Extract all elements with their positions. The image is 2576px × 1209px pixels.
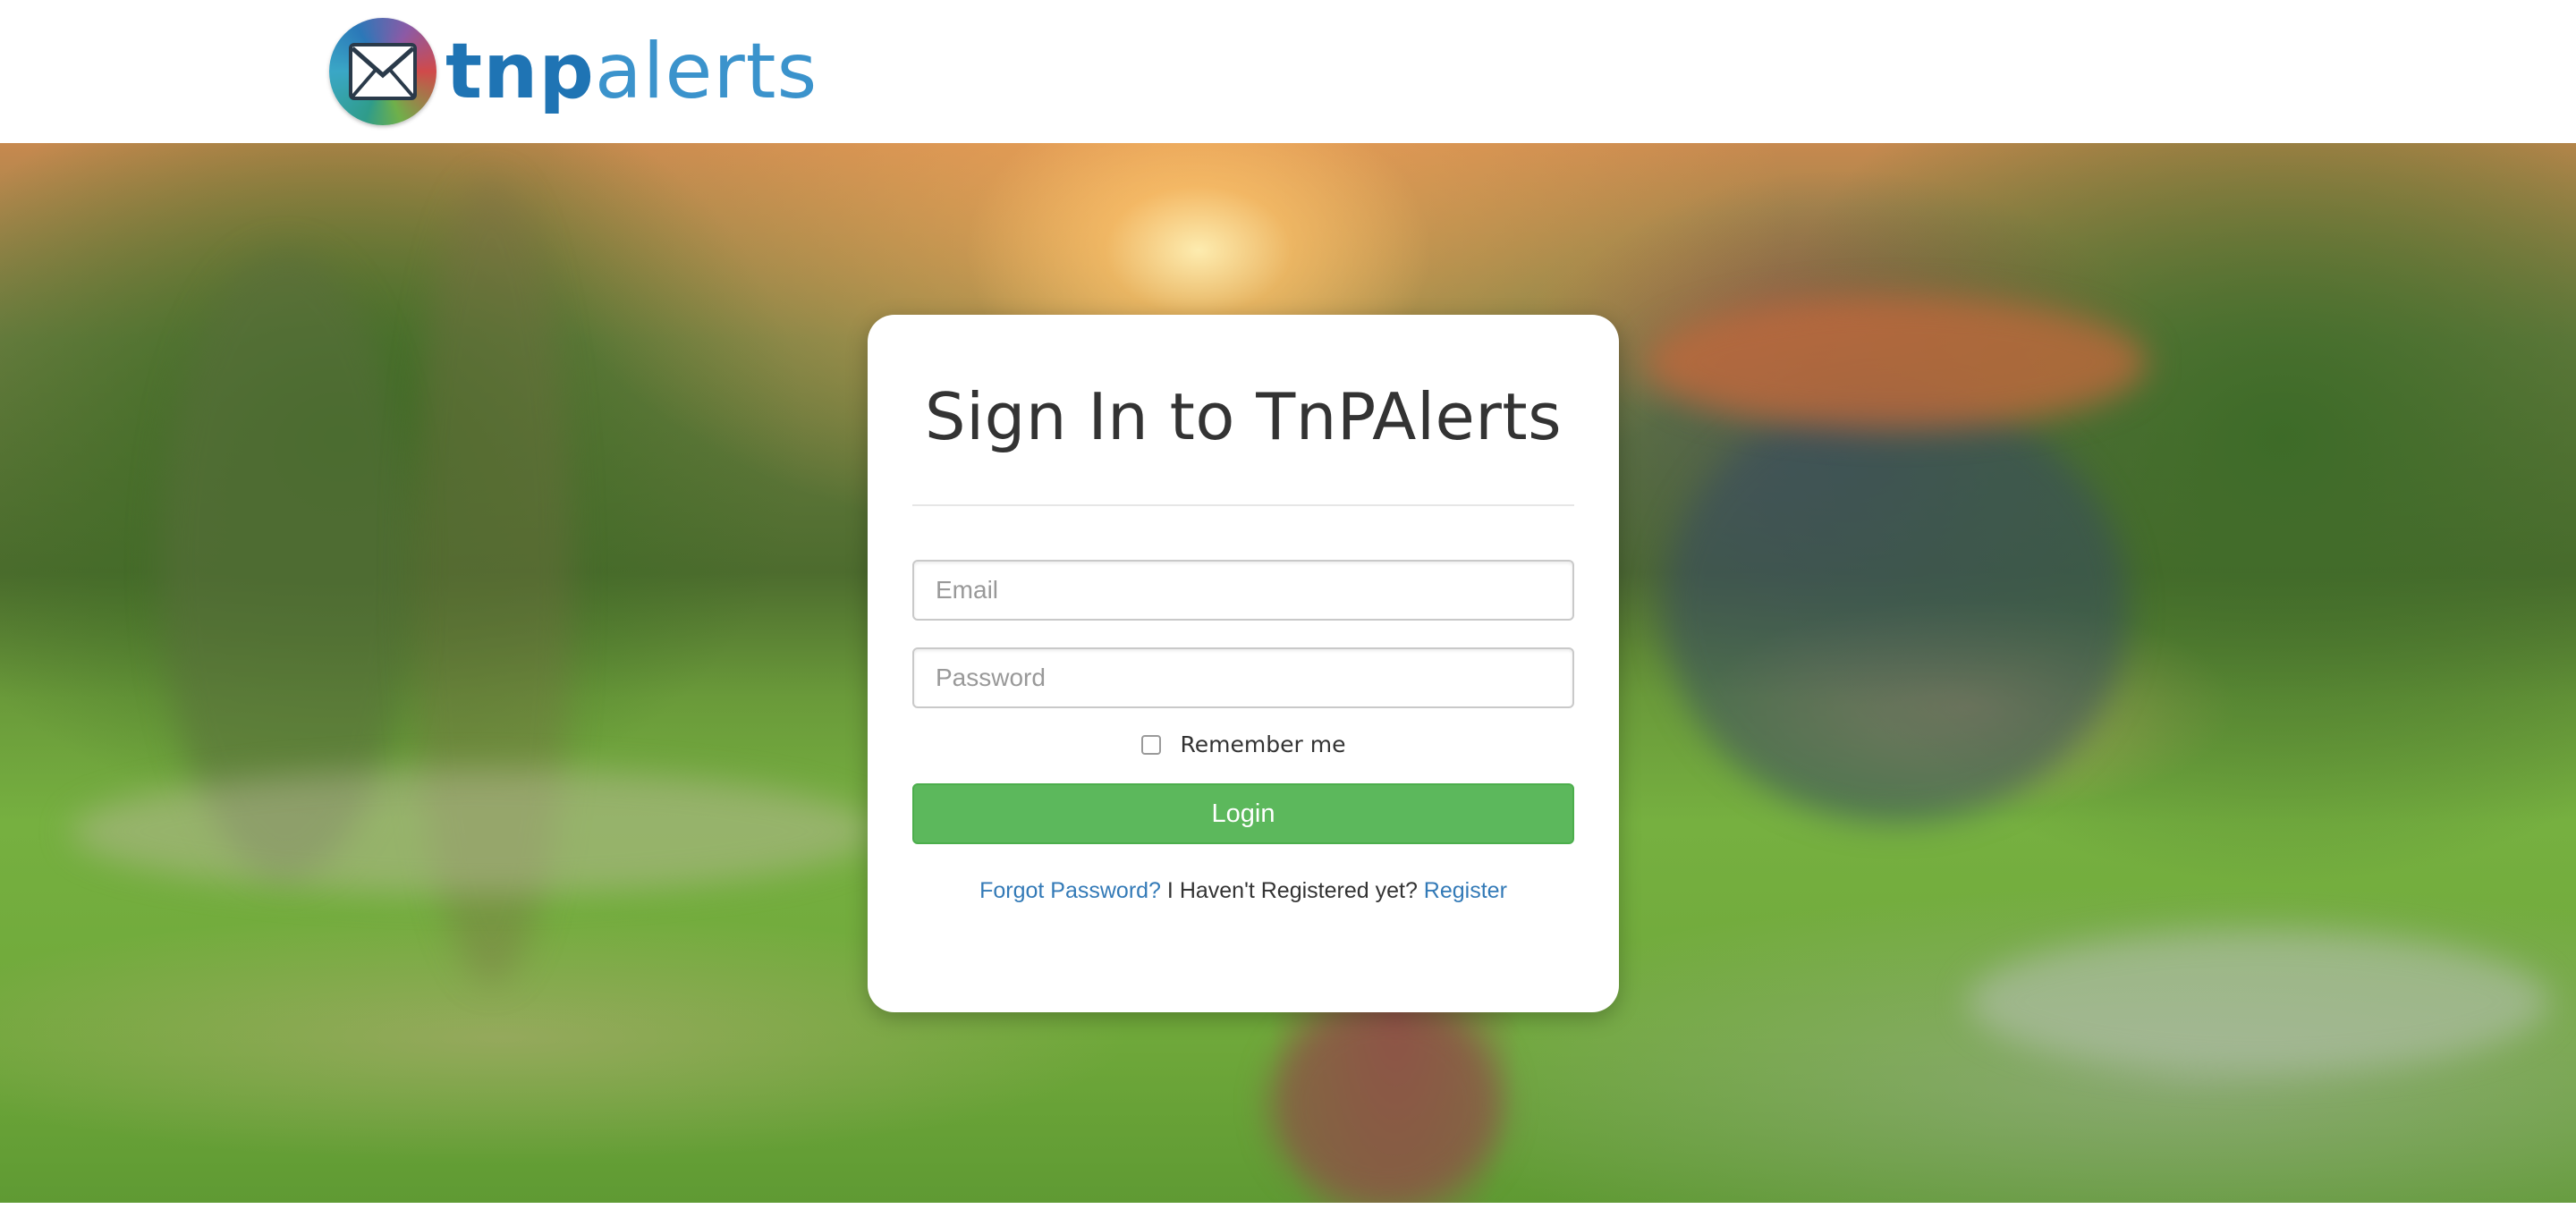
email-field[interactable]	[912, 560, 1574, 621]
remember-me-label[interactable]: Remember me	[1181, 731, 1346, 757]
remember-me-checkbox[interactable]	[1140, 734, 1161, 755]
password-field[interactable]	[912, 647, 1574, 708]
remember-me-row: Remember me	[868, 731, 1619, 757]
tnpalerts-logo[interactable]: tnpalerts	[329, 16, 818, 127]
login-card: Sign In to TnPAlerts Remember me Login F…	[868, 315, 1619, 1012]
register-link[interactable]: Register	[1424, 878, 1507, 903]
logo-wordmark-part2: alerts	[594, 27, 818, 116]
register-prompt: I Haven't Registered yet?	[1166, 878, 1418, 903]
envelope-icon	[349, 43, 417, 100]
login-button[interactable]: Login	[912, 783, 1574, 844]
logo-wordmark-part1: tnp	[445, 27, 595, 116]
logo-badge	[329, 18, 436, 125]
forgot-password-link[interactable]: Forgot Password?	[979, 878, 1161, 903]
title-divider	[912, 504, 1574, 506]
account-links: Forgot Password? I Haven't Registered ye…	[868, 878, 1619, 904]
logo-wordmark: tnpalerts	[445, 33, 818, 110]
top-header: tnpalerts	[0, 0, 2576, 143]
page-title: Sign In to TnPAlerts	[924, 379, 1563, 454]
